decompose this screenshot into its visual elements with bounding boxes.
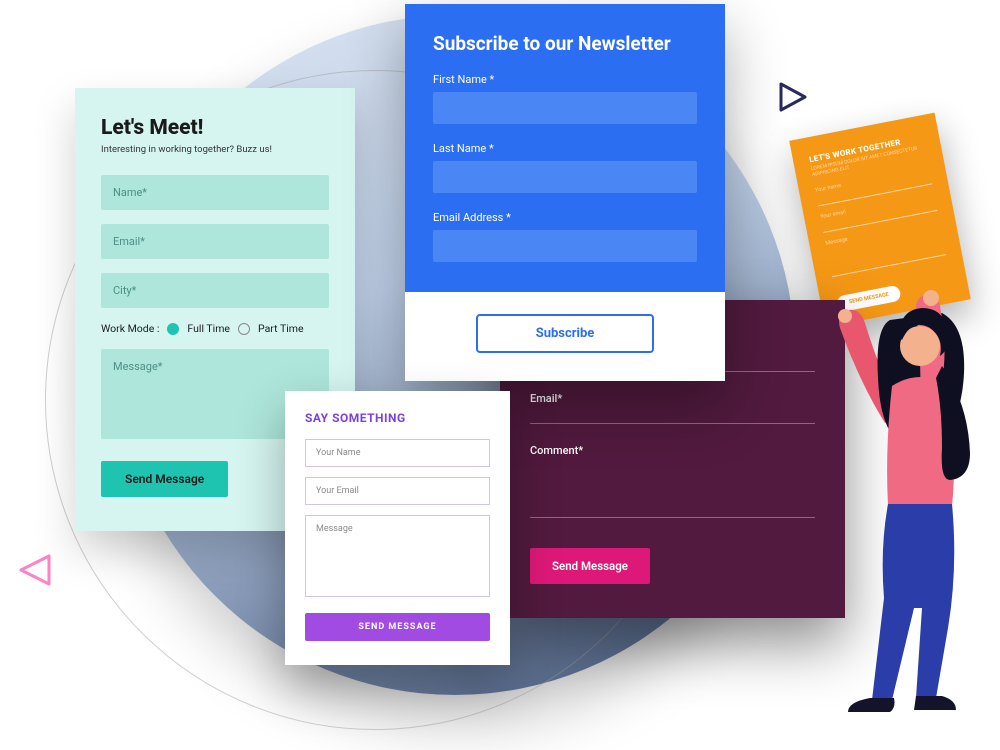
radio-full-time-label: Full Time [187,322,230,335]
subscribe-button[interactable]: Subscribe [476,314,655,353]
triangle-right-icon [775,80,809,114]
subscribe-first-name-input[interactable] [433,92,697,124]
person-illustration-icon [830,268,980,708]
dark-email-input[interactable]: Email* [530,392,815,424]
subscribe-email-label: Email Address * [433,211,697,224]
subscribe-blue-panel: Subscribe to our Newsletter First Name *… [405,4,725,292]
lets-meet-submit-button[interactable]: Send Message [101,461,228,497]
say-something-title: SAY SOMETHING [305,411,490,425]
canvas: LET'S WORK TOGETHER LOREM IPSUM DOLOR SI… [0,0,1000,750]
card-say-something: SAY SOMETHING Your Name Your Email Messa… [285,391,510,665]
dark-submit-button[interactable]: Send Message [530,548,650,584]
card-subscribe: Subscribe to our Newsletter First Name *… [405,4,725,381]
subscribe-title: Subscribe to our Newsletter [433,32,697,55]
subscribe-last-name-label: Last Name * [433,142,697,155]
say-email-input[interactable]: Your Email [305,477,490,505]
work-mode-label: Work Mode : [101,322,159,335]
lets-meet-email-input[interactable]: Email* [101,224,329,259]
subscribe-last-name-input[interactable] [433,161,697,193]
radio-full-time[interactable] [167,323,179,335]
dark-comment-input[interactable]: Comment* [530,444,815,518]
say-submit-button[interactable]: SEND MESSAGE [305,613,490,641]
lets-meet-name-input[interactable]: Name* [101,175,329,210]
radio-part-time[interactable] [238,323,250,335]
say-name-input[interactable]: Your Name [305,439,490,467]
radio-part-time-label: Part Time [258,322,304,335]
subscribe-first-name-label: First Name * [433,73,697,86]
subscribe-button-row: Subscribe [405,292,725,381]
lets-meet-subtitle: Interesting in working together? Buzz us… [101,144,329,155]
triangle-left-icon [15,550,55,590]
lets-meet-city-input[interactable]: City* [101,273,329,308]
say-message-input[interactable]: Message [305,515,490,597]
lets-meet-title: Let's Meet! [101,116,329,140]
lets-meet-work-mode-row: Work Mode : Full Time Part Time [101,322,329,335]
subscribe-email-input[interactable] [433,230,697,262]
